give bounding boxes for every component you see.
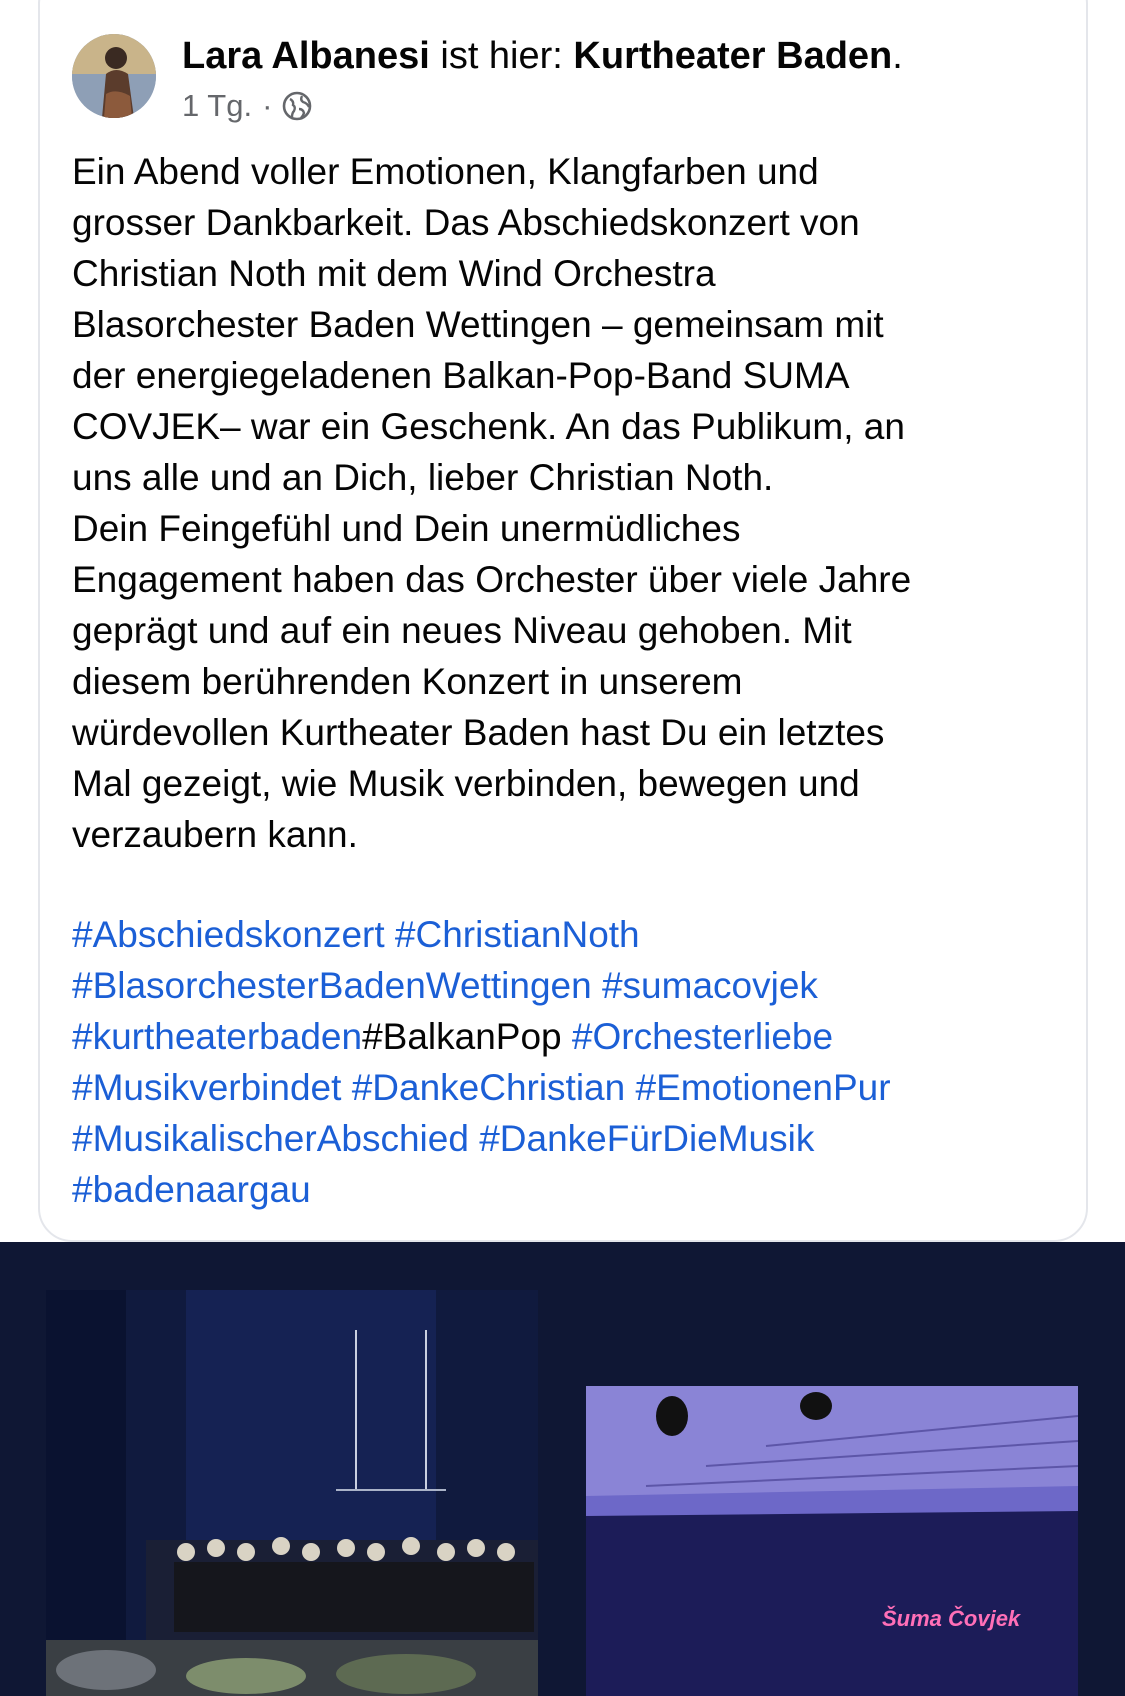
- hashtag-block: #Abschiedskonzert #ChristianNoth #Blasorc…: [72, 909, 1072, 1215]
- hashtag[interactable]: #BlasorchesterBadenWettingen: [72, 965, 592, 1006]
- photo-orchestra[interactable]: [46, 1290, 538, 1696]
- hashtag[interactable]: #Orchesterliebe: [572, 1016, 833, 1057]
- hashtag-plain: #BalkanPop: [362, 1016, 562, 1057]
- hashtag[interactable]: #EmotionenPur: [636, 1067, 891, 1108]
- post-body: Ein Abend voller Emotionen, Klangfarben …: [72, 151, 912, 855]
- hashtag[interactable]: #DankeFürDieMusik: [479, 1118, 814, 1159]
- checkin-text: ist hier:: [429, 35, 574, 77]
- photo-gallery: Šuma Čovjek: [0, 1242, 1125, 1696]
- post-time[interactable]: 1 Tg.: [182, 86, 252, 126]
- author-line: Lara Albanesi ist hier: Kurtheater Baden…: [182, 32, 903, 80]
- post-header: Lara Albanesi ist hier: Kurtheater Baden…: [72, 30, 1072, 126]
- hashtag[interactable]: #Musikverbindet: [72, 1067, 341, 1108]
- globe-icon: [282, 91, 312, 121]
- author-name[interactable]: Lara Albanesi: [182, 35, 430, 77]
- avatar[interactable]: [72, 34, 156, 118]
- place-suffix: .: [892, 35, 903, 77]
- hashtag[interactable]: #Abschiedskonzert: [72, 914, 385, 955]
- photo-stage[interactable]: Šuma Čovjek: [586, 1386, 1078, 1696]
- hashtag[interactable]: #MusikalischerAbschied: [72, 1118, 469, 1159]
- stage-sign-text: Šuma Čovjek: [882, 1606, 1022, 1631]
- place-name[interactable]: Kurtheater Baden: [573, 35, 892, 77]
- hashtag[interactable]: #sumacovjek: [602, 965, 818, 1006]
- hashtag[interactable]: #ChristianNoth: [395, 914, 640, 955]
- hashtag[interactable]: #DankeChristian: [352, 1067, 626, 1108]
- hashtag[interactable]: #kurtheaterbaden: [72, 1016, 362, 1057]
- hashtag[interactable]: #badenaargau: [72, 1169, 311, 1210]
- meta-separator: ·: [262, 88, 273, 123]
- post-meta: 1 Tg. ·: [182, 86, 312, 126]
